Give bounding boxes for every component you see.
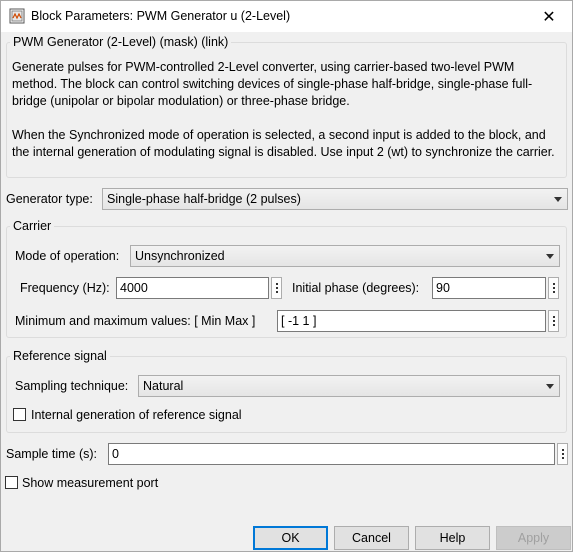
frequency-field[interactable]: 4000 (116, 277, 269, 299)
mode-of-operation-label: Mode of operation: (15, 249, 120, 263)
sample-time-label: Sample time (s): (6, 447, 97, 461)
dialog-window: Block Parameters: PWM Generator u (2-Lev… (0, 0, 573, 552)
min-max-more-button[interactable] (548, 310, 559, 332)
show-measurement-port-checkbox[interactable] (5, 476, 18, 489)
mode-of-operation-select[interactable]: Unsynchronized (130, 245, 560, 267)
show-measurement-port-label: Show measurement port (22, 476, 159, 490)
close-icon: ✕ (542, 8, 556, 26)
min-max-value: [ -1 1 ] (281, 314, 317, 328)
apply-button[interactable]: Apply (496, 526, 571, 550)
simulink-block-icon (9, 8, 25, 24)
sample-time-more-button[interactable] (557, 443, 568, 465)
carrier-legend: Carrier (10, 219, 55, 233)
chevron-down-icon (546, 254, 554, 259)
initial-phase-label: Initial phase (degrees): (292, 281, 420, 295)
internal-generation-checkbox[interactable] (13, 408, 26, 421)
generator-type-select[interactable]: Single-phase half-bridge (2 pulses) (102, 188, 568, 210)
initial-phase-field[interactable]: 90 (432, 277, 546, 299)
generator-type-value: Single-phase half-bridge (2 pulses) (107, 192, 301, 206)
min-max-field[interactable]: [ -1 1 ] (277, 310, 546, 332)
mask-description: Generate pulses for PWM-controlled 2-Lev… (12, 59, 560, 178)
sampling-technique-value: Natural (143, 379, 184, 393)
sample-time-value: 0 (112, 447, 119, 461)
generator-type-label: Generator type: (6, 192, 93, 206)
close-button[interactable]: ✕ (526, 1, 572, 32)
description-paragraph-2: When the Synchronized mode of operation … (12, 128, 555, 159)
frequency-value: 4000 (120, 281, 148, 295)
chevron-down-icon (546, 384, 554, 389)
min-max-label: Minimum and maximum values: [ Min Max ] (15, 314, 256, 328)
sampling-technique-label: Sampling technique: (15, 379, 129, 393)
mask-header: PWM Generator (2-Level) (mask) (link) (10, 35, 232, 49)
help-button[interactable]: Help (415, 526, 490, 550)
window-title: Block Parameters: PWM Generator u (2-Lev… (31, 9, 291, 23)
description-paragraph-1: Generate pulses for PWM-controlled 2-Lev… (12, 60, 533, 108)
mode-of-operation-value: Unsynchronized (135, 249, 225, 263)
chevron-down-icon (554, 197, 562, 202)
initial-phase-value: 90 (436, 281, 450, 295)
frequency-label: Frequency (Hz): (20, 281, 110, 295)
reference-signal-legend: Reference signal (10, 349, 110, 363)
frequency-more-button[interactable] (271, 277, 282, 299)
ok-button[interactable]: OK (253, 526, 328, 550)
internal-generation-label: Internal generation of reference signal (31, 408, 242, 422)
cancel-button[interactable]: Cancel (334, 526, 409, 550)
sampling-technique-select[interactable]: Natural (138, 375, 560, 397)
sample-time-field[interactable]: 0 (108, 443, 555, 465)
title-bar: Block Parameters: PWM Generator u (2-Lev… (1, 1, 572, 32)
initial-phase-more-button[interactable] (548, 277, 559, 299)
